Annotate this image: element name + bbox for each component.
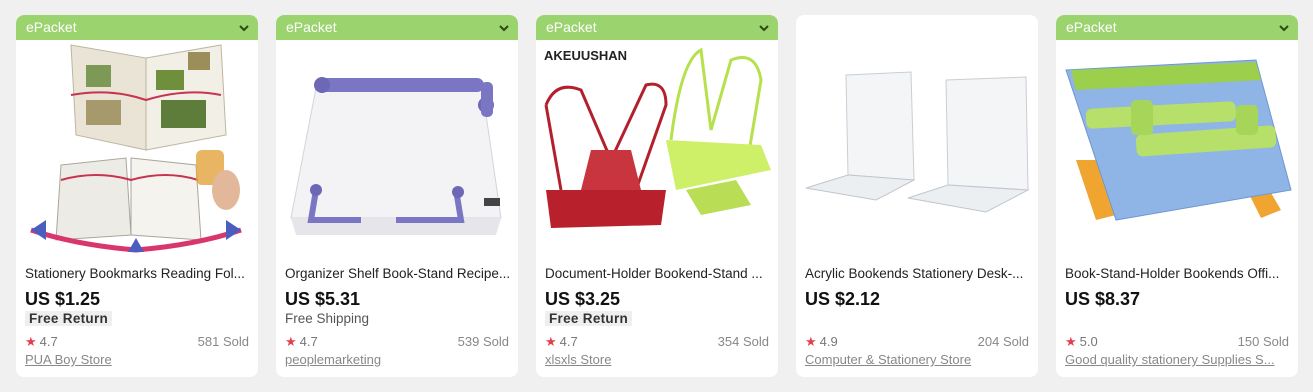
chevron-down-icon[interactable] [238,22,250,34]
rating-value: 4.7 [299,334,318,349]
product-price: US $8.37 [1065,289,1141,309]
sold-count: 204 Sold [977,334,1029,349]
document-holder-icon[interactable]: AKEUUSHAN [536,40,778,258]
product-price: US $2.12 [805,289,881,309]
book-stand-icon[interactable] [276,40,518,258]
product-rating: ★ 4.7 [285,334,318,350]
product-rating: ★ 4.7 [25,334,58,350]
sold-count: 581 Sold [197,334,249,349]
product-rating: ★ 4.7 [545,334,578,350]
sold-count: 150 Sold [1237,334,1289,349]
free-return-badge: Free Return [25,311,113,326]
star-icon: ★ [805,334,817,349]
shipping-badge: ePacket [1056,15,1298,40]
product-card[interactable]: ePacket AKEUUSHAN Document-Holder Booken… [536,15,778,377]
product-rating: ★ 4.9 [805,334,838,350]
store-link[interactable]: PUA Boy Store [25,352,251,367]
free-shipping-label: Free Shipping [285,311,370,326]
star-icon: ★ [545,334,557,349]
acrylic-bookends-icon[interactable] [796,40,1038,258]
product-price: US $3.25 [545,289,621,309]
product-title[interactable]: Organizer Shelf Book-Stand Recipe... [285,266,511,281]
star-icon: ★ [285,334,297,349]
product-title[interactable]: Book-Stand-Holder Bookends Offi... [1065,266,1291,281]
rating-value: 4.9 [819,334,838,349]
product-rating: ★ 5.0 [1065,334,1098,350]
product-grid: ePacket Stationery Bookmarks Reading Fol… [16,15,1298,377]
rating-value: 4.7 [39,334,58,349]
star-icon: ★ [1065,334,1077,349]
shipping-badge: ePacket [276,15,518,40]
chevron-down-icon[interactable] [498,22,510,34]
shipping-badge: ePacket [16,15,258,40]
product-title[interactable]: Acrylic Bookends Stationery Desk-... [805,266,1031,281]
sold-count: 539 Sold [457,334,509,349]
product-price: US $1.25 [25,289,101,309]
shipping-label: ePacket [1066,19,1117,35]
reading-bookmark-icon[interactable] [16,40,258,258]
rating-value: 5.0 [1079,334,1098,349]
shipping-badge: ePacket [536,15,778,40]
chevron-down-icon[interactable] [1278,22,1290,34]
image-watermark-text: AKEUUSHAN [544,48,627,63]
product-title[interactable]: Document-Holder Bookend-Stand ... [545,266,771,281]
store-link[interactable]: Good quality stationery Supplies S... [1065,352,1291,367]
product-card[interactable]: Acrylic Bookends Stationery Desk-... US … [796,15,1038,377]
store-link[interactable]: xlsxls Store [545,352,771,367]
product-card[interactable]: ePacket Organizer Shelf Book-Stand Recip… [276,15,518,377]
shipping-label: ePacket [546,19,597,35]
shipping-label: ePacket [26,19,77,35]
store-link[interactable]: peoplemarketing [285,352,511,367]
free-return-badge: Free Return [545,311,633,326]
product-card[interactable]: ePacket Book-Stand-Holder Bookends Offi.… [1056,15,1298,377]
product-card[interactable]: ePacket Stationery Bookmarks Reading Fol… [16,15,258,377]
star-icon: ★ [25,334,37,349]
sold-count: 354 Sold [717,334,769,349]
rating-value: 4.7 [559,334,578,349]
product-price: US $5.31 [285,289,361,309]
chevron-down-icon[interactable] [758,22,770,34]
store-link[interactable]: Computer & Stationery Store [805,352,1031,367]
book-stand-holder-icon[interactable] [1056,40,1298,258]
product-title[interactable]: Stationery Bookmarks Reading Fol... [25,266,251,281]
shipping-label: ePacket [286,19,337,35]
